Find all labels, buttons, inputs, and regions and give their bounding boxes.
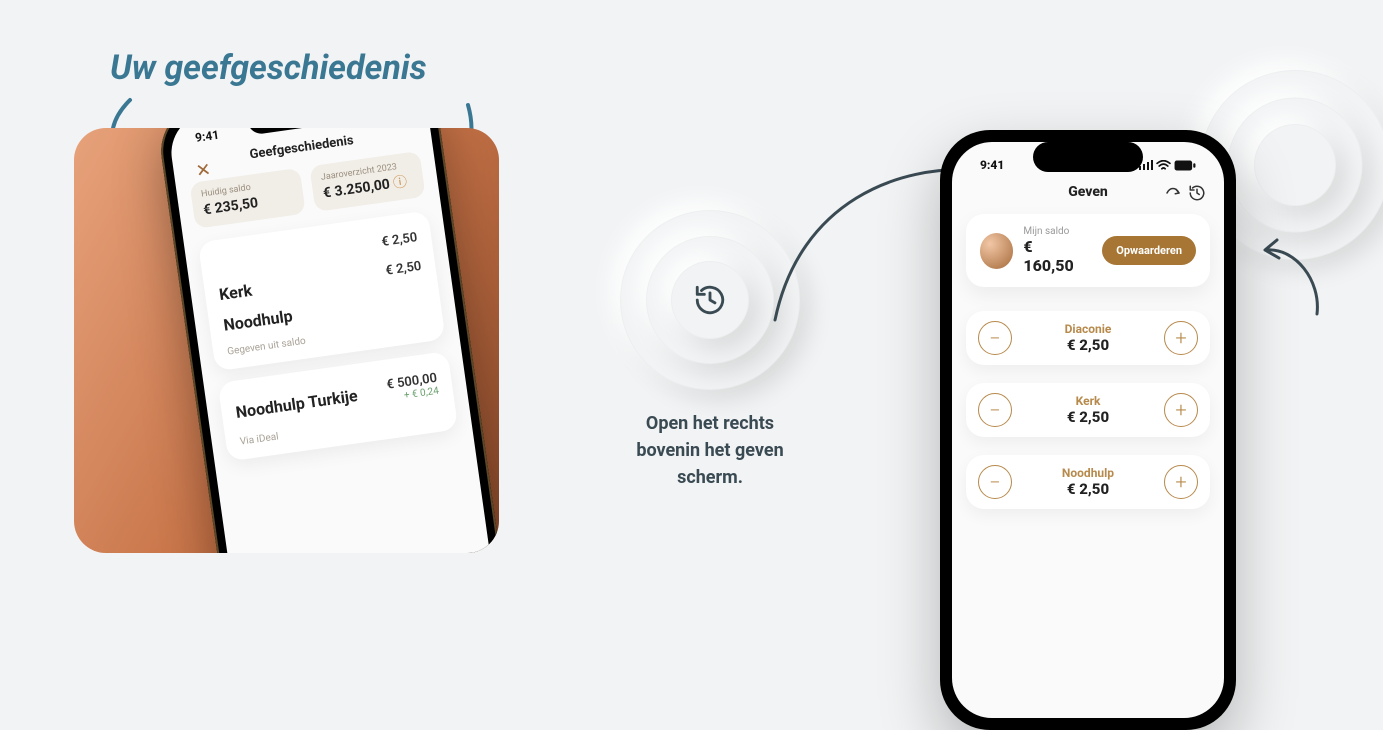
neumorphic-rings (620, 210, 800, 390)
balance-card: Mijn saldo € 160,50 Opwaarderen (966, 214, 1210, 287)
history-icon[interactable] (1188, 184, 1206, 202)
phone-notch (1033, 142, 1143, 172)
amount: € 2,50 (1012, 336, 1164, 354)
battery-icon (1174, 160, 1196, 171)
avatar[interactable] (980, 233, 1013, 269)
amount: € 2,50 (381, 230, 419, 250)
minus-button[interactable]: − (978, 321, 1012, 355)
status-icons (1139, 158, 1197, 172)
category-name: Diaconie (1012, 322, 1164, 336)
category-name: Noodhulp (1012, 466, 1164, 480)
middle-callout: Open het rechts bovenin het geven scherm… (570, 210, 850, 491)
category-name: Noodhulp Turkije (234, 386, 358, 422)
feature-title: Uw geefgeschiedenis (110, 48, 427, 88)
minus-button[interactable]: − (978, 393, 1012, 427)
amount: € 2,50 (1012, 408, 1164, 426)
give-row: − Kerk € 2,50 + (966, 383, 1210, 437)
category-name: Noodhulp (222, 306, 293, 334)
amount: € 2,50 (1012, 480, 1164, 498)
amount: € 2,50 (385, 259, 423, 279)
page-title: Geven (1068, 184, 1108, 200)
history-card: € 2,50 Kerk € 2,50 Noodhulp Gegeven uit … (198, 210, 446, 371)
history-card: Noodhulp Turkije € 500,00 + € 0,24 Via i… (218, 351, 459, 462)
balance-label: Mijn saldo (1023, 226, 1082, 237)
give-row: − Diaconie € 2,50 + (966, 311, 1210, 365)
phone-frame-right: 9:41 Geven Mijn saldo € 160,50 (940, 130, 1236, 730)
close-icon[interactable]: ✕ (194, 159, 212, 182)
history-icon (693, 283, 727, 317)
chip-value: € 235,50 (202, 195, 259, 219)
callout-line-1: Open het rechts (570, 410, 850, 437)
left-photo-card: 9:41 Geefgeschiedenis ✕ Huidig saldo € 2… (74, 128, 499, 553)
phone-screen-right: 9:41 Geven Mijn saldo € 160,50 (952, 142, 1224, 718)
phone-frame-left: 9:41 Geefgeschiedenis ✕ Huidig saldo € 2… (155, 128, 499, 553)
status-time: 9:41 (980, 158, 1004, 172)
phone-screen-left: 9:41 Geefgeschiedenis ✕ Huidig saldo € 2… (166, 128, 499, 553)
callout-line-3: scherm. (570, 464, 850, 491)
callout-line-2: bovenin het geven (570, 437, 850, 464)
category-name: Kerk (1012, 394, 1164, 408)
wifi-icon (1156, 160, 1171, 171)
share-icon[interactable] (1164, 184, 1182, 202)
balance-value: € 160,50 (1023, 237, 1082, 275)
status-time: 9:41 (194, 128, 220, 145)
category-name: Kerk (218, 281, 253, 304)
chip-year-overview[interactable]: Jaaroverzicht 2023 € 3.250,00 (309, 151, 425, 212)
give-row: − Noodhulp € 2,50 + (966, 455, 1210, 509)
plus-button[interactable]: + (1164, 321, 1198, 355)
minus-button[interactable]: − (978, 465, 1012, 499)
topup-button[interactable]: Opwaarderen (1102, 236, 1196, 265)
plus-button[interactable]: + (1164, 393, 1198, 427)
plus-button[interactable]: + (1164, 465, 1198, 499)
